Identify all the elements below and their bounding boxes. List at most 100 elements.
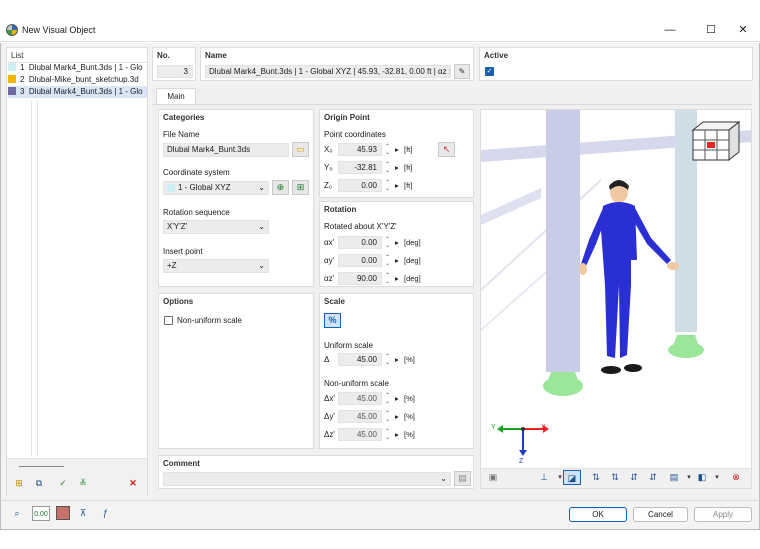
new-object-icon[interactable]: ⊞ [10, 476, 28, 491]
delta-y-label: Δy' [324, 412, 335, 421]
copy-object-icon[interactable]: ⧉ [30, 476, 48, 491]
uncheck-icon[interactable]: ≚ [74, 476, 92, 491]
list-panel: List [6, 47, 148, 496]
chevron-down-icon[interactable]: ▾ [708, 470, 726, 485]
delta-label: Δ [324, 355, 330, 364]
function-icon[interactable]: ƒ [96, 506, 114, 521]
scale-title: Scale [324, 297, 345, 306]
chevron-down-icon: ⌄ [258, 222, 265, 231]
search-icon[interactable]: ⌕ [8, 506, 26, 521]
rotation-title: Rotation [324, 205, 357, 214]
delta-y-field[interactable]: 45.00 [338, 410, 382, 423]
y0-unit: [ft] [404, 163, 413, 172]
origin-title: Origin Point [324, 113, 370, 122]
alpha-z-unit: [deg] [404, 274, 421, 283]
coord-color-swatch [167, 184, 175, 192]
view-y-icon[interactable]: ⇅ [606, 470, 624, 485]
z0-stepper[interactable]: ⌃ ⌄ [385, 180, 390, 192]
maximize-button[interactable]: ☐ [696, 22, 726, 38]
tab-main[interactable]: Main [156, 88, 196, 104]
z0-label: Z₀ [324, 181, 333, 190]
insert-point-select[interactable]: +Z ⌄ [163, 259, 269, 273]
x0-stepper[interactable]: ⌃ ⌄ [385, 144, 390, 156]
pick-coord-icon[interactable]: ⊞ [292, 180, 309, 195]
insert-point-label: Insert point [163, 247, 203, 256]
rotated-about-label: Rotated about X'Y'Z' [324, 222, 397, 231]
no-panel: No. 3 [152, 47, 196, 81]
uniform-scale-stepper[interactable]: ⌃ ⌄ [385, 354, 390, 366]
coord-system-select[interactable]: 1 - Global XYZ ⌄ [163, 181, 269, 195]
edit-name-icon[interactable]: ✎ [454, 64, 470, 79]
comment-field[interactable]: ⌄ [163, 472, 451, 486]
alpha-x-unit: [deg] [404, 238, 421, 247]
alpha-z-field[interactable]: 90.00 [338, 272, 382, 285]
pick-point-icon[interactable]: ↖ [438, 142, 455, 157]
rotation-panel: Rotation Rotated about X'Y'Z' αx' 0.00 ⌃… [319, 201, 474, 287]
name-panel: Name Dlubal Mark4_Bunt.3ds | 1 - Global … [200, 47, 474, 81]
active-label: Active [484, 51, 509, 60]
percent-icon[interactable]: % [324, 313, 341, 328]
uniform-scale-unit: [%] [404, 355, 415, 364]
y0-field[interactable]: -32.81 [338, 161, 382, 174]
close-button[interactable]: ✕ [728, 22, 758, 38]
view-z-icon[interactable]: ⇵ [625, 470, 643, 485]
uniform-scale-label: Uniform scale [324, 341, 373, 350]
list-item[interactable]: 2 Dlubal-Mike_bunt_sketchup.3d [8, 74, 146, 86]
preview-panel: Y X Z [480, 109, 752, 489]
list-item-selected[interactable]: 3 Dlubal Mark4_Bunt.3ds | 1 - Glo [8, 86, 147, 98]
comment-icon[interactable]: ▤ [454, 471, 471, 486]
preview-scene [481, 110, 751, 488]
new-coord-icon[interactable]: ⊕ [272, 180, 289, 195]
units-icon[interactable]: 0.00 [32, 506, 50, 521]
y0-stepper[interactable]: ⌃ ⌄ [385, 162, 390, 174]
options-title: Options [163, 297, 194, 306]
color-icon[interactable] [56, 506, 70, 520]
z0-field[interactable]: 0.00 [338, 179, 382, 192]
rotation-sequence-select[interactable]: X'Y'Z' ⌄ [163, 220, 269, 234]
apply-button[interactable]: Apply [694, 507, 752, 522]
delta-z-unit: [%] [404, 430, 415, 439]
check-all-icon[interactable]: ✓ [54, 476, 72, 491]
x0-unit: [ft] [404, 145, 413, 154]
delta-z-field[interactable]: 45.00 [338, 428, 382, 441]
x0-label: X₀ [324, 145, 333, 154]
no-field[interactable]: 3 [157, 65, 193, 78]
reset-view-icon[interactable]: ⊗ [727, 470, 745, 485]
nonuniform-label: Non-uniform scale [177, 316, 242, 325]
folder-icon[interactable]: ▭ [292, 142, 309, 157]
filter-icon[interactable]: ⊼ [74, 506, 92, 521]
alpha-y-field[interactable]: 0.00 [338, 254, 382, 267]
render-icon[interactable]: ▣ [484, 470, 502, 485]
z0-unit: [ft] [404, 181, 413, 190]
cancel-button[interactable]: Cancel [633, 507, 688, 522]
delta-x-label: Δx' [324, 394, 335, 403]
list-item[interactable]: 1 Dlubal Mark4_Bunt.3ds | 1 - Glo [8, 62, 146, 74]
chevron-down-icon: ⌄ [440, 474, 447, 483]
view-iso-icon[interactable]: ◪ [563, 470, 581, 485]
file-name-label: File Name [163, 130, 200, 139]
uniform-scale-field[interactable]: 45.00 [338, 353, 382, 366]
alpha-x-field[interactable]: 0.00 [338, 236, 382, 249]
name-field[interactable]: Dlubal Mark4_Bunt.3ds | 1 - Global XYZ |… [205, 65, 451, 78]
chevron-down-icon: ⌄ [258, 261, 265, 270]
alpha-x-stepper[interactable]: ⌃ ⌄ [385, 237, 390, 249]
comment-label: Comment [163, 459, 200, 468]
alpha-z-stepper[interactable]: ⌃ ⌄ [385, 273, 390, 285]
origin-panel: Origin Point Point coordinates X₀ 45.93 … [319, 109, 474, 198]
delete-icon[interactable]: ✕ [124, 476, 142, 491]
color-swatch [8, 87, 16, 95]
x0-field[interactable]: 45.93 [338, 143, 382, 156]
alpha-y-stepper[interactable]: ⌃ ⌄ [385, 255, 390, 267]
alpha-x-label: αx' [324, 238, 335, 247]
view-top-icon[interactable]: ⇵ [644, 470, 662, 485]
delta-x-field[interactable]: 45.00 [338, 392, 382, 405]
view-x-icon[interactable]: ⇅ [587, 470, 605, 485]
ok-button[interactable]: OK [569, 507, 627, 522]
active-checkbox[interactable]: ✓ [485, 67, 494, 76]
comment-panel: Comment ⌄ ▤ [158, 455, 474, 489]
view-cube[interactable] [691, 120, 741, 162]
window-title: New Visual Object [22, 25, 96, 35]
nonuniform-checkbox[interactable] [164, 316, 173, 325]
file-name-field[interactable]: Dlubal Mark4_Bunt.3ds [163, 143, 289, 157]
minimize-button[interactable]: — [655, 22, 685, 38]
